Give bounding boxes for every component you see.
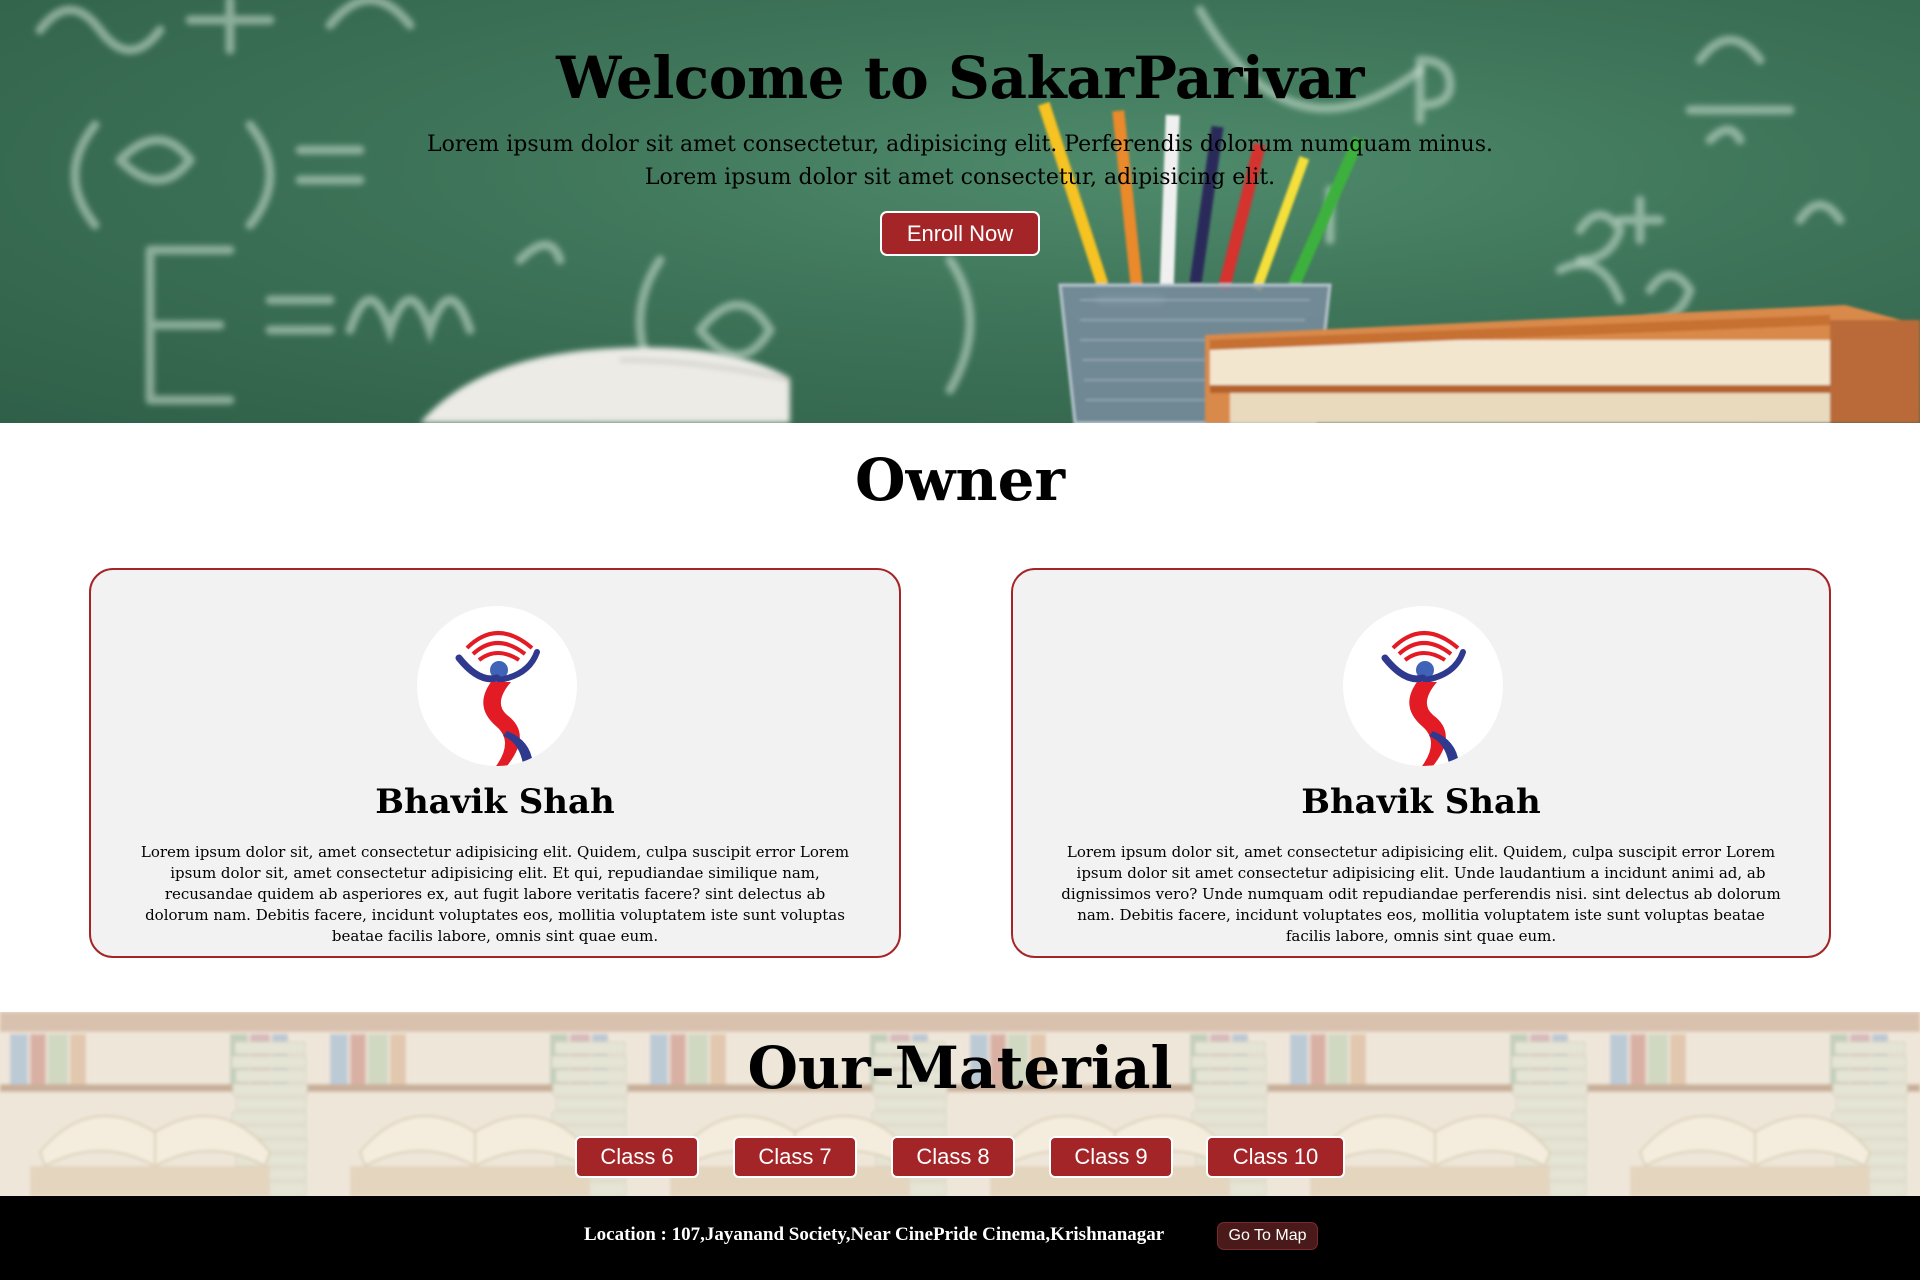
owner-card: Bhavik Shah Lorem ipsum dolor sit, amet …	[89, 568, 901, 958]
owner-name: Bhavik Shah	[375, 782, 615, 822]
go-to-map-button[interactable]: Go To Map	[1217, 1222, 1318, 1250]
class-6-button[interactable]: Class 6	[575, 1136, 699, 1178]
class-7-button[interactable]: Class 7	[733, 1136, 857, 1178]
owner-card: Bhavik Shah Lorem ipsum dolor sit, amet …	[1011, 568, 1831, 958]
enroll-now-button[interactable]: Enroll Now	[880, 211, 1040, 256]
sakar-parivar-logo-icon	[1381, 631, 1466, 766]
owner-section-heading: Owner	[854, 446, 1066, 514]
footer: Location : 107,Jayanand Society,Near Cin…	[0, 1196, 1920, 1280]
owner-name: Bhavik Shah	[1301, 782, 1541, 822]
sakar-parivar-logo-icon	[455, 631, 540, 766]
material-section: Our-Material Class 6 Class 7 Class 8 Cla…	[0, 1012, 1920, 1196]
class-9-button[interactable]: Class 9	[1049, 1136, 1173, 1178]
hero-banner: Welcome to SakarParivar Lorem ipsum dolo…	[0, 0, 1920, 423]
material-section-heading: Our-Material	[747, 1034, 1173, 1102]
hero-subtitle-line2: Lorem ipsum dolor sit amet consectetur, …	[644, 165, 1276, 190]
owner-avatar	[417, 606, 577, 766]
footer-location-text: Location : 107,Jayanand Society,Near Cin…	[584, 1224, 1165, 1245]
class-8-button[interactable]: Class 8	[891, 1136, 1015, 1178]
class-10-button[interactable]: Class 10	[1206, 1136, 1345, 1178]
owner-description: Lorem ipsum dolor sit, amet consectetur …	[140, 843, 850, 945]
hero-subtitle-line1: Lorem ipsum dolor sit amet consectetur, …	[426, 132, 1494, 157]
hero-title: Welcome to SakarParivar	[556, 44, 1364, 112]
owner-avatar	[1343, 606, 1503, 766]
owner-description: Lorem ipsum dolor sit, amet consectetur …	[1061, 843, 1781, 945]
